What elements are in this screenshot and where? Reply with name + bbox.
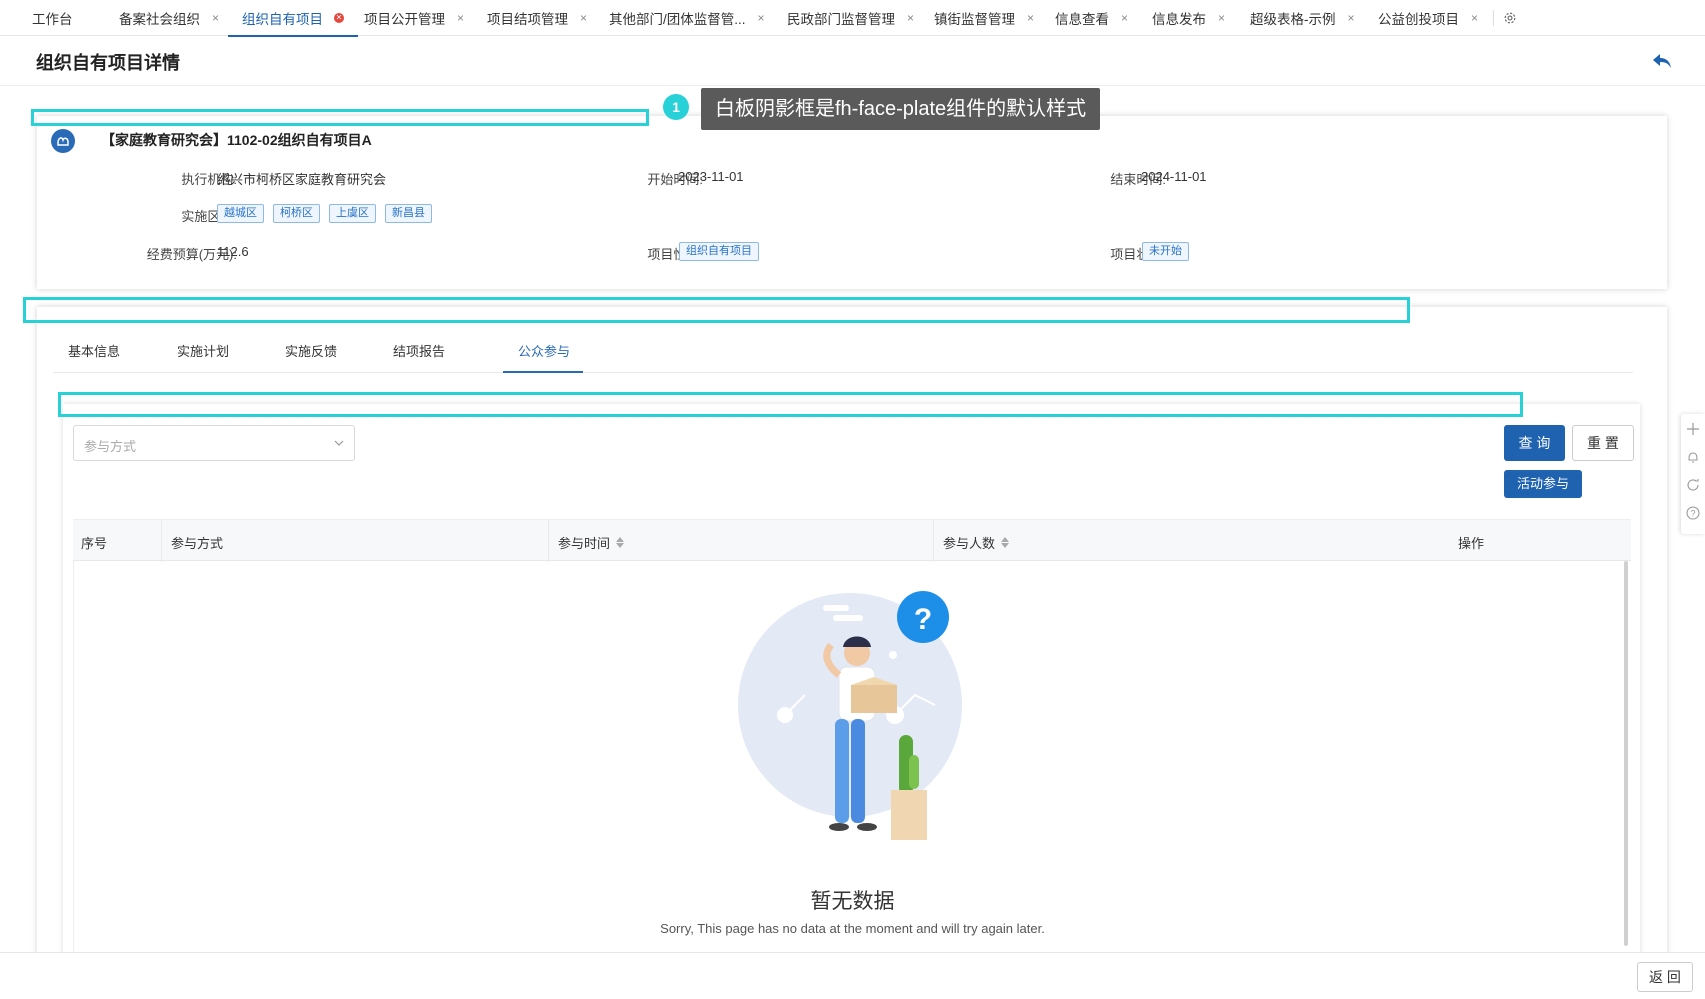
col-time[interactable]: 参与时间 — [558, 533, 625, 552]
svg-text:?: ? — [1690, 509, 1695, 519]
project-nature-tag: 组织自有项目 — [679, 242, 759, 261]
tab-venture-project[interactable]: 公益创投项目 × — [1378, 0, 1478, 36]
tab-label: 项目公开管理 — [364, 12, 445, 27]
back-arrow-icon[interactable] — [1652, 52, 1672, 70]
annotation-number-badge: 1 — [663, 94, 689, 120]
tab-label: 信息发布 — [1152, 12, 1206, 27]
annotation-highlight-box — [31, 109, 649, 126]
project-title: 【家庭教育研究会】1102-02组织自有项目A — [101, 132, 372, 148]
participation-method-select[interactable]: 参与方式 — [73, 425, 355, 461]
chevron-down-icon — [334, 440, 344, 446]
tab-civil-affairs[interactable]: 民政部门监督管理 × — [787, 0, 914, 36]
budget-label: 经费预算(万元): — [146, 247, 237, 262]
tab-label: 镇街监督管理 — [934, 12, 1015, 27]
tab-super-table[interactable]: 超级表格-示例 × — [1250, 0, 1355, 36]
close-icon[interactable]: × — [457, 11, 464, 25]
sort-icon[interactable] — [1001, 537, 1010, 548]
sort-icon[interactable] — [616, 537, 625, 548]
annotation-highlight-box — [58, 392, 1523, 417]
tab-basic-info[interactable]: 基本信息 — [68, 341, 120, 360]
tab-own-projects[interactable]: 组织自有项目 ✕ — [228, 0, 358, 37]
tab-bar: 工作台 备案社会组织 × 组织自有项目 ✕ 项目公开管理 × 项目结项管理 × 其他部门… — [0, 0, 1705, 37]
exec-org-value: 绍兴市柯桥区家庭教育研究会 — [217, 172, 387, 187]
column-divider — [161, 520, 162, 562]
subtab-bar: 基本信息 实施计划 实施反馈 结项报告 公众参与 — [53, 329, 1633, 373]
column-divider — [548, 520, 549, 562]
tab-project-closing[interactable]: 项目结项管理 × — [487, 0, 587, 36]
floating-toolbar: ? — [1681, 414, 1705, 534]
col-method: 参与方式 — [171, 536, 224, 551]
budget-value: 112.6 — [217, 244, 249, 259]
area-tag: 越城区 — [217, 204, 264, 223]
tab-label: 信息查看 — [1055, 12, 1109, 27]
col-actions: 操作 — [1458, 536, 1485, 551]
annotation-tooltip: 白板阴影框是fh-face-plate组件的默认样式 — [701, 88, 1101, 130]
close-icon[interactable]: × — [758, 11, 765, 25]
move-icon[interactable] — [1686, 422, 1700, 436]
tab-town-supervision[interactable]: 镇街监督管理 × — [934, 0, 1034, 36]
close-icon[interactable]: × — [1348, 11, 1355, 25]
end-time-value: 2024-11-01 — [1141, 169, 1207, 184]
help-icon[interactable]: ? — [1686, 506, 1700, 520]
tab-label: 工作台 — [32, 12, 73, 27]
tab-label: 其他部门/团体监督管... — [609, 12, 746, 27]
tab-other-depts[interactable]: 其他部门/团体监督管... × — [609, 0, 765, 36]
empty-state-illustration: ? — [738, 591, 962, 840]
empty-state-subtitle: Sorry, This page has no data at the mome… — [660, 921, 1045, 936]
footer-bar: 返 回 — [0, 952, 1705, 999]
area-tag: 新昌县 — [385, 204, 432, 223]
close-icon[interactable]: × — [1027, 11, 1034, 25]
active-subtab-indicator — [503, 371, 583, 373]
close-icon[interactable]: × — [1471, 11, 1478, 25]
close-icon[interactable]: × — [212, 11, 219, 25]
tab-label: 公益创投项目 — [1378, 12, 1459, 27]
select-placeholder: 参与方式 — [84, 439, 137, 454]
area-tags: 越城区 柯桥区 上虞区 新昌县 — [217, 204, 441, 223]
close-icon[interactable]: ✕ — [334, 13, 344, 23]
column-divider — [933, 520, 934, 562]
tab-plan[interactable]: 实施计划 — [177, 341, 229, 360]
tab-divider — [1493, 10, 1494, 26]
tab-label: 组织自有项目 — [242, 12, 323, 27]
close-icon[interactable]: × — [1121, 11, 1128, 25]
annotation-highlight-box — [23, 297, 1410, 323]
empty-state-title: 暂无数据 — [810, 890, 895, 913]
page-header: 组织自有项目详情 — [0, 36, 1705, 86]
tab-feedback[interactable]: 实施反馈 — [285, 341, 337, 360]
activity-participation-button[interactable]: 活动参与 — [1504, 470, 1582, 498]
tab-closing-report[interactable]: 结项报告 — [393, 341, 445, 360]
page-title: 组织自有项目详情 — [36, 53, 180, 73]
tab-filed-orgs[interactable]: 备案社会组织 × — [119, 0, 219, 36]
start-time-value: 2023-11-01 — [678, 169, 744, 184]
area-tag: 柯桥区 — [273, 204, 320, 223]
tab-label: 项目结项管理 — [487, 12, 568, 27]
close-icon[interactable]: × — [1218, 11, 1225, 25]
bell-icon[interactable] — [1686, 450, 1700, 464]
table-header: 序号 参与方式 参与时间 参与人数 操作 — [73, 519, 1631, 562]
query-button[interactable]: 查 询 — [1504, 425, 1565, 461]
col-index: 序号 — [81, 536, 108, 551]
reset-button[interactable]: 重 置 — [1572, 425, 1634, 461]
tab-label: 超级表格-示例 — [1250, 12, 1336, 27]
project-summary-card: 【家庭教育研究会】1102-02组织自有项目A 执行机构: 绍兴市柯桥区家庭教育… — [37, 116, 1667, 289]
back-button[interactable]: 返 回 — [1637, 962, 1693, 992]
refresh-icon[interactable] — [1686, 478, 1700, 492]
tab-public-participation[interactable]: 公众参与 — [518, 341, 570, 360]
project-status-tag: 未开始 — [1142, 242, 1189, 261]
project-icon — [51, 129, 75, 153]
close-icon[interactable]: × — [907, 11, 914, 25]
tab-info-view[interactable]: 信息查看 × — [1055, 0, 1128, 36]
tab-info-publish[interactable]: 信息发布 × — [1152, 0, 1225, 36]
col-count[interactable]: 参与人数 — [943, 533, 1010, 552]
tab-label: 民政部门监督管理 — [787, 12, 895, 27]
area-tag: 上虞区 — [329, 204, 376, 223]
svg-text:?: ? — [914, 603, 932, 636]
gear-icon[interactable] — [1503, 11, 1517, 25]
close-icon[interactable]: × — [580, 11, 587, 25]
tab-label: 备案社会组织 — [119, 12, 200, 27]
tab-project-public[interactable]: 项目公开管理 × — [364, 0, 464, 36]
tab-workbench[interactable]: 工作台 — [32, 0, 73, 36]
